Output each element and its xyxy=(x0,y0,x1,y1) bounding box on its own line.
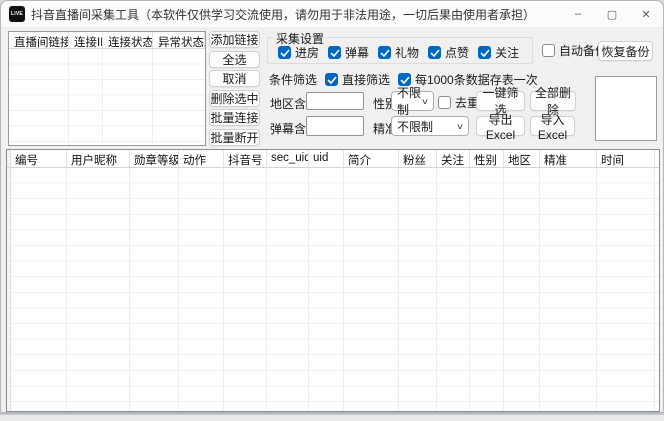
data-column-header[interactable]: uid xyxy=(309,150,344,167)
danmaku-label: 弹幕含 xyxy=(270,120,306,137)
rooms-table-header: 直播间链接连接ID连接状态异常状态 xyxy=(9,32,205,49)
grid-line xyxy=(398,168,399,411)
data-column-header[interactable]: sec_uid xyxy=(267,150,309,167)
data-column-header[interactable]: 地区 xyxy=(504,150,540,167)
delete-all-button[interactable]: 全部删除 xyxy=(530,91,576,111)
import-excel-button[interactable]: 导入Excel xyxy=(530,116,575,136)
collect-settings-groupbox: 采集设置 进房弹幕礼物点赞关注 xyxy=(267,37,533,64)
data-column-header[interactable]: 用户昵称 xyxy=(67,150,130,167)
region-label: 地区含 xyxy=(270,95,306,112)
gender-selected-value: 不限制 xyxy=(397,84,422,118)
room-action-button[interactable]: 全选 xyxy=(209,51,260,68)
rooms-column-header[interactable]: 连接ID xyxy=(69,32,103,48)
room-action-button[interactable]: 批量断开 xyxy=(209,129,260,146)
checkbox-icon[interactable] xyxy=(328,46,341,59)
minimize-icon[interactable]: – xyxy=(561,1,595,27)
rooms-column-header[interactable]: 连接状态 xyxy=(103,32,153,48)
restore-backup-button[interactable]: 恢复备份 xyxy=(598,41,653,61)
dedupe-checkbox[interactable]: 去重 xyxy=(438,94,479,111)
collect-option-checkbox[interactable]: 礼物 xyxy=(378,44,419,61)
collect-option-checkbox[interactable]: 弹幕 xyxy=(328,44,369,61)
chevron-down-icon: ∨ xyxy=(456,122,464,131)
export-excel-button[interactable]: 导出Excel xyxy=(476,116,525,136)
collect-option-checkbox[interactable]: 进房 xyxy=(278,44,319,61)
condition-filter-label: 条件筛选 xyxy=(269,71,317,88)
direct-filter-checkbox[interactable]: 直接筛选 xyxy=(325,71,390,88)
grid-line xyxy=(129,168,130,411)
rooms-column-header[interactable]: 异常状态 xyxy=(153,32,205,48)
grid-line xyxy=(178,168,179,411)
room-action-button[interactable]: 删除选中 xyxy=(209,90,260,107)
preview-box xyxy=(595,76,657,141)
gender-select[interactable]: 不限制 ∨ xyxy=(391,91,434,111)
precise-selected-value: 不限制 xyxy=(397,118,433,135)
checkbox-icon[interactable] xyxy=(542,44,555,57)
checkbox-icon[interactable] xyxy=(428,46,441,59)
app-live-icon: LIVE xyxy=(9,6,25,22)
room-action-buttons: 添加链接全选取消删除选中批量连接批量断开 xyxy=(209,31,260,146)
rooms-table: 直播间链接连接ID连接状态异常状态 xyxy=(8,31,206,146)
collect-option-label: 关注 xyxy=(495,44,519,61)
collect-options: 进房 弹幕 礼物 点赞 关注 xyxy=(278,44,519,61)
collect-option-checkbox[interactable]: 关注 xyxy=(478,44,519,61)
app-window: LIVE 抖音直播间采集工具（本软件仅供学习交流使用，请勿用于非法用途，一切后果… xyxy=(0,0,664,413)
taskbar-sliver xyxy=(0,414,664,421)
checkbox-icon[interactable] xyxy=(478,46,491,59)
window-controls: – ▢ ✕ xyxy=(561,1,663,27)
grid-line xyxy=(66,168,67,411)
grid-line xyxy=(68,49,69,145)
window-title: 抖音直播间采集工具（本软件仅供学习交流使用，请勿用于非法用途，一切后果由使用者承… xyxy=(31,6,535,23)
checkbox-icon[interactable] xyxy=(325,73,338,86)
grid-line xyxy=(102,49,103,145)
grid-line xyxy=(436,168,437,411)
room-action-button[interactable]: 取消 xyxy=(209,70,260,87)
collect-option-label: 礼物 xyxy=(395,44,419,61)
data-column-header[interactable]: 勋章等级 xyxy=(130,150,179,167)
data-column-header[interactable]: 时间 xyxy=(597,150,655,167)
quick-filter-button[interactable]: 一键筛选 xyxy=(476,91,525,111)
data-table-header: 编号用户昵称勋章等级动作抖音号sec_uiduid简介粉丝关注性别地区精准时间 xyxy=(7,150,659,168)
maximize-icon[interactable]: ▢ xyxy=(595,1,629,27)
grid-line xyxy=(343,168,344,411)
checkbox-icon[interactable] xyxy=(278,46,291,59)
grid-line xyxy=(654,168,655,411)
title-bar: LIVE 抖音直播间采集工具（本软件仅供学习交流使用，请勿用于非法用途，一切后果… xyxy=(1,1,663,27)
grid-line xyxy=(308,168,309,411)
close-icon[interactable]: ✕ xyxy=(629,1,663,27)
danmaku-input[interactable] xyxy=(306,116,364,136)
data-column-header[interactable]: 粉丝 xyxy=(399,150,437,167)
precise-select[interactable]: 不限制 ∨ xyxy=(391,116,469,136)
grid-line xyxy=(503,168,504,411)
data-column-header[interactable]: 抖音号 xyxy=(224,150,267,167)
data-column-header[interactable]: 动作 xyxy=(179,150,224,167)
data-column-header[interactable]: 精准 xyxy=(540,150,597,167)
chevron-down-icon: ∨ xyxy=(421,97,429,106)
checkbox-icon[interactable] xyxy=(378,46,391,59)
region-input[interactable] xyxy=(306,92,364,110)
rooms-table-body[interactable] xyxy=(9,49,205,145)
room-action-button[interactable]: 批量连接 xyxy=(209,109,260,126)
grid-line xyxy=(266,168,267,411)
rooms-column-header[interactable]: 直播间链接 xyxy=(9,32,69,48)
data-table-body[interactable] xyxy=(11,168,659,411)
data-table: 编号用户昵称勋章等级动作抖音号sec_uiduid简介粉丝关注性别地区精准时间 xyxy=(6,149,660,412)
data-column-header[interactable]: 性别 xyxy=(470,150,504,167)
collect-option-label: 进房 xyxy=(295,44,319,61)
grid-line xyxy=(596,168,597,411)
grid-line xyxy=(539,168,540,411)
collect-option-label: 点赞 xyxy=(445,44,469,61)
room-action-button[interactable]: 添加链接 xyxy=(209,31,260,48)
collect-option-label: 弹幕 xyxy=(345,44,369,61)
direct-filter-label: 直接筛选 xyxy=(342,71,390,88)
grid-line xyxy=(469,168,470,411)
checkbox-icon[interactable] xyxy=(438,96,451,109)
data-column-header[interactable]: 关注 xyxy=(437,150,470,167)
data-column-header[interactable]: 编号 xyxy=(11,150,67,167)
data-column-header[interactable]: 简介 xyxy=(344,150,399,167)
grid-line xyxy=(223,168,224,411)
grid-line xyxy=(152,49,153,145)
collect-option-checkbox[interactable]: 点赞 xyxy=(428,44,469,61)
